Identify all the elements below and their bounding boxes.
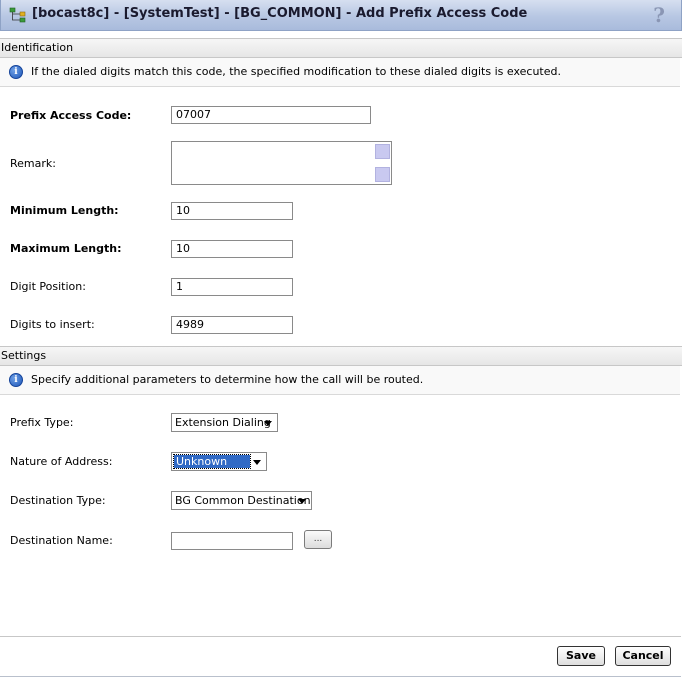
destination-name-browse-button[interactable]: ... [304,530,332,549]
minimum-length-input[interactable]: 10 [171,202,293,220]
nature-of-address-label: Nature of Address: [10,455,113,468]
chevron-down-icon [253,460,261,465]
chevron-down-icon [264,421,272,426]
destination-type-select[interactable]: BG Common Destination [171,491,312,510]
nature-of-address-select[interactable]: Unknown [171,452,267,471]
network-tree-icon [9,7,26,23]
footer-divider [0,636,681,637]
settings-info-bar: i Specify additional parameters to deter… [0,366,680,395]
destination-type-label: Destination Type: [10,494,106,507]
destination-name-input[interactable] [171,532,293,550]
remark-scroll-up[interactable] [375,144,390,159]
section-header-settings: Settings [0,346,682,366]
digit-position-input[interactable]: 1 [171,278,293,296]
destination-name-label: Destination Name: [10,534,113,547]
remark-label: Remark: [10,157,56,170]
nature-of-address-value: Unknown [173,454,251,469]
settings-info-text: Specify additional parameters to determi… [31,373,424,386]
prefix-type-select[interactable]: Extension Dialing [171,413,278,432]
info-icon: i [9,65,23,79]
section-header-identification: Identification [0,38,682,58]
prefix-type-value: Extension Dialing [175,416,271,429]
info-icon: i [9,373,23,387]
remark-textarea[interactable] [171,141,392,185]
help-icon[interactable]: ? [653,3,665,27]
window-titlebar: [bocast8c] - [SystemTest] - [BG_COMMON] … [0,0,682,31]
window-title: [bocast8c] - [SystemTest] - [BG_COMMON] … [32,6,528,21]
prefix-access-code-label: Prefix Access Code: [10,109,132,122]
cancel-button[interactable]: Cancel [615,646,671,666]
remark-scroll-down[interactable] [375,167,390,182]
identification-info-text: If the dialed digits match this code, th… [31,65,561,78]
maximum-length-label: Maximum Length: [10,242,122,255]
digit-position-label: Digit Position: [10,280,86,293]
save-button[interactable]: Save [557,646,605,666]
prefix-access-code-input[interactable]: 07007 [171,106,371,124]
digits-to-insert-label: Digits to insert: [10,318,95,331]
prefix-type-label: Prefix Type: [10,416,74,429]
maximum-length-input[interactable]: 10 [171,240,293,258]
minimum-length-label: Minimum Length: [10,204,119,217]
destination-type-value: BG Common Destination [175,494,311,507]
digits-to-insert-input[interactable]: 4989 [171,316,293,334]
identification-info-bar: i If the dialed digits match this code, … [0,58,680,87]
chevron-down-icon [298,499,306,504]
